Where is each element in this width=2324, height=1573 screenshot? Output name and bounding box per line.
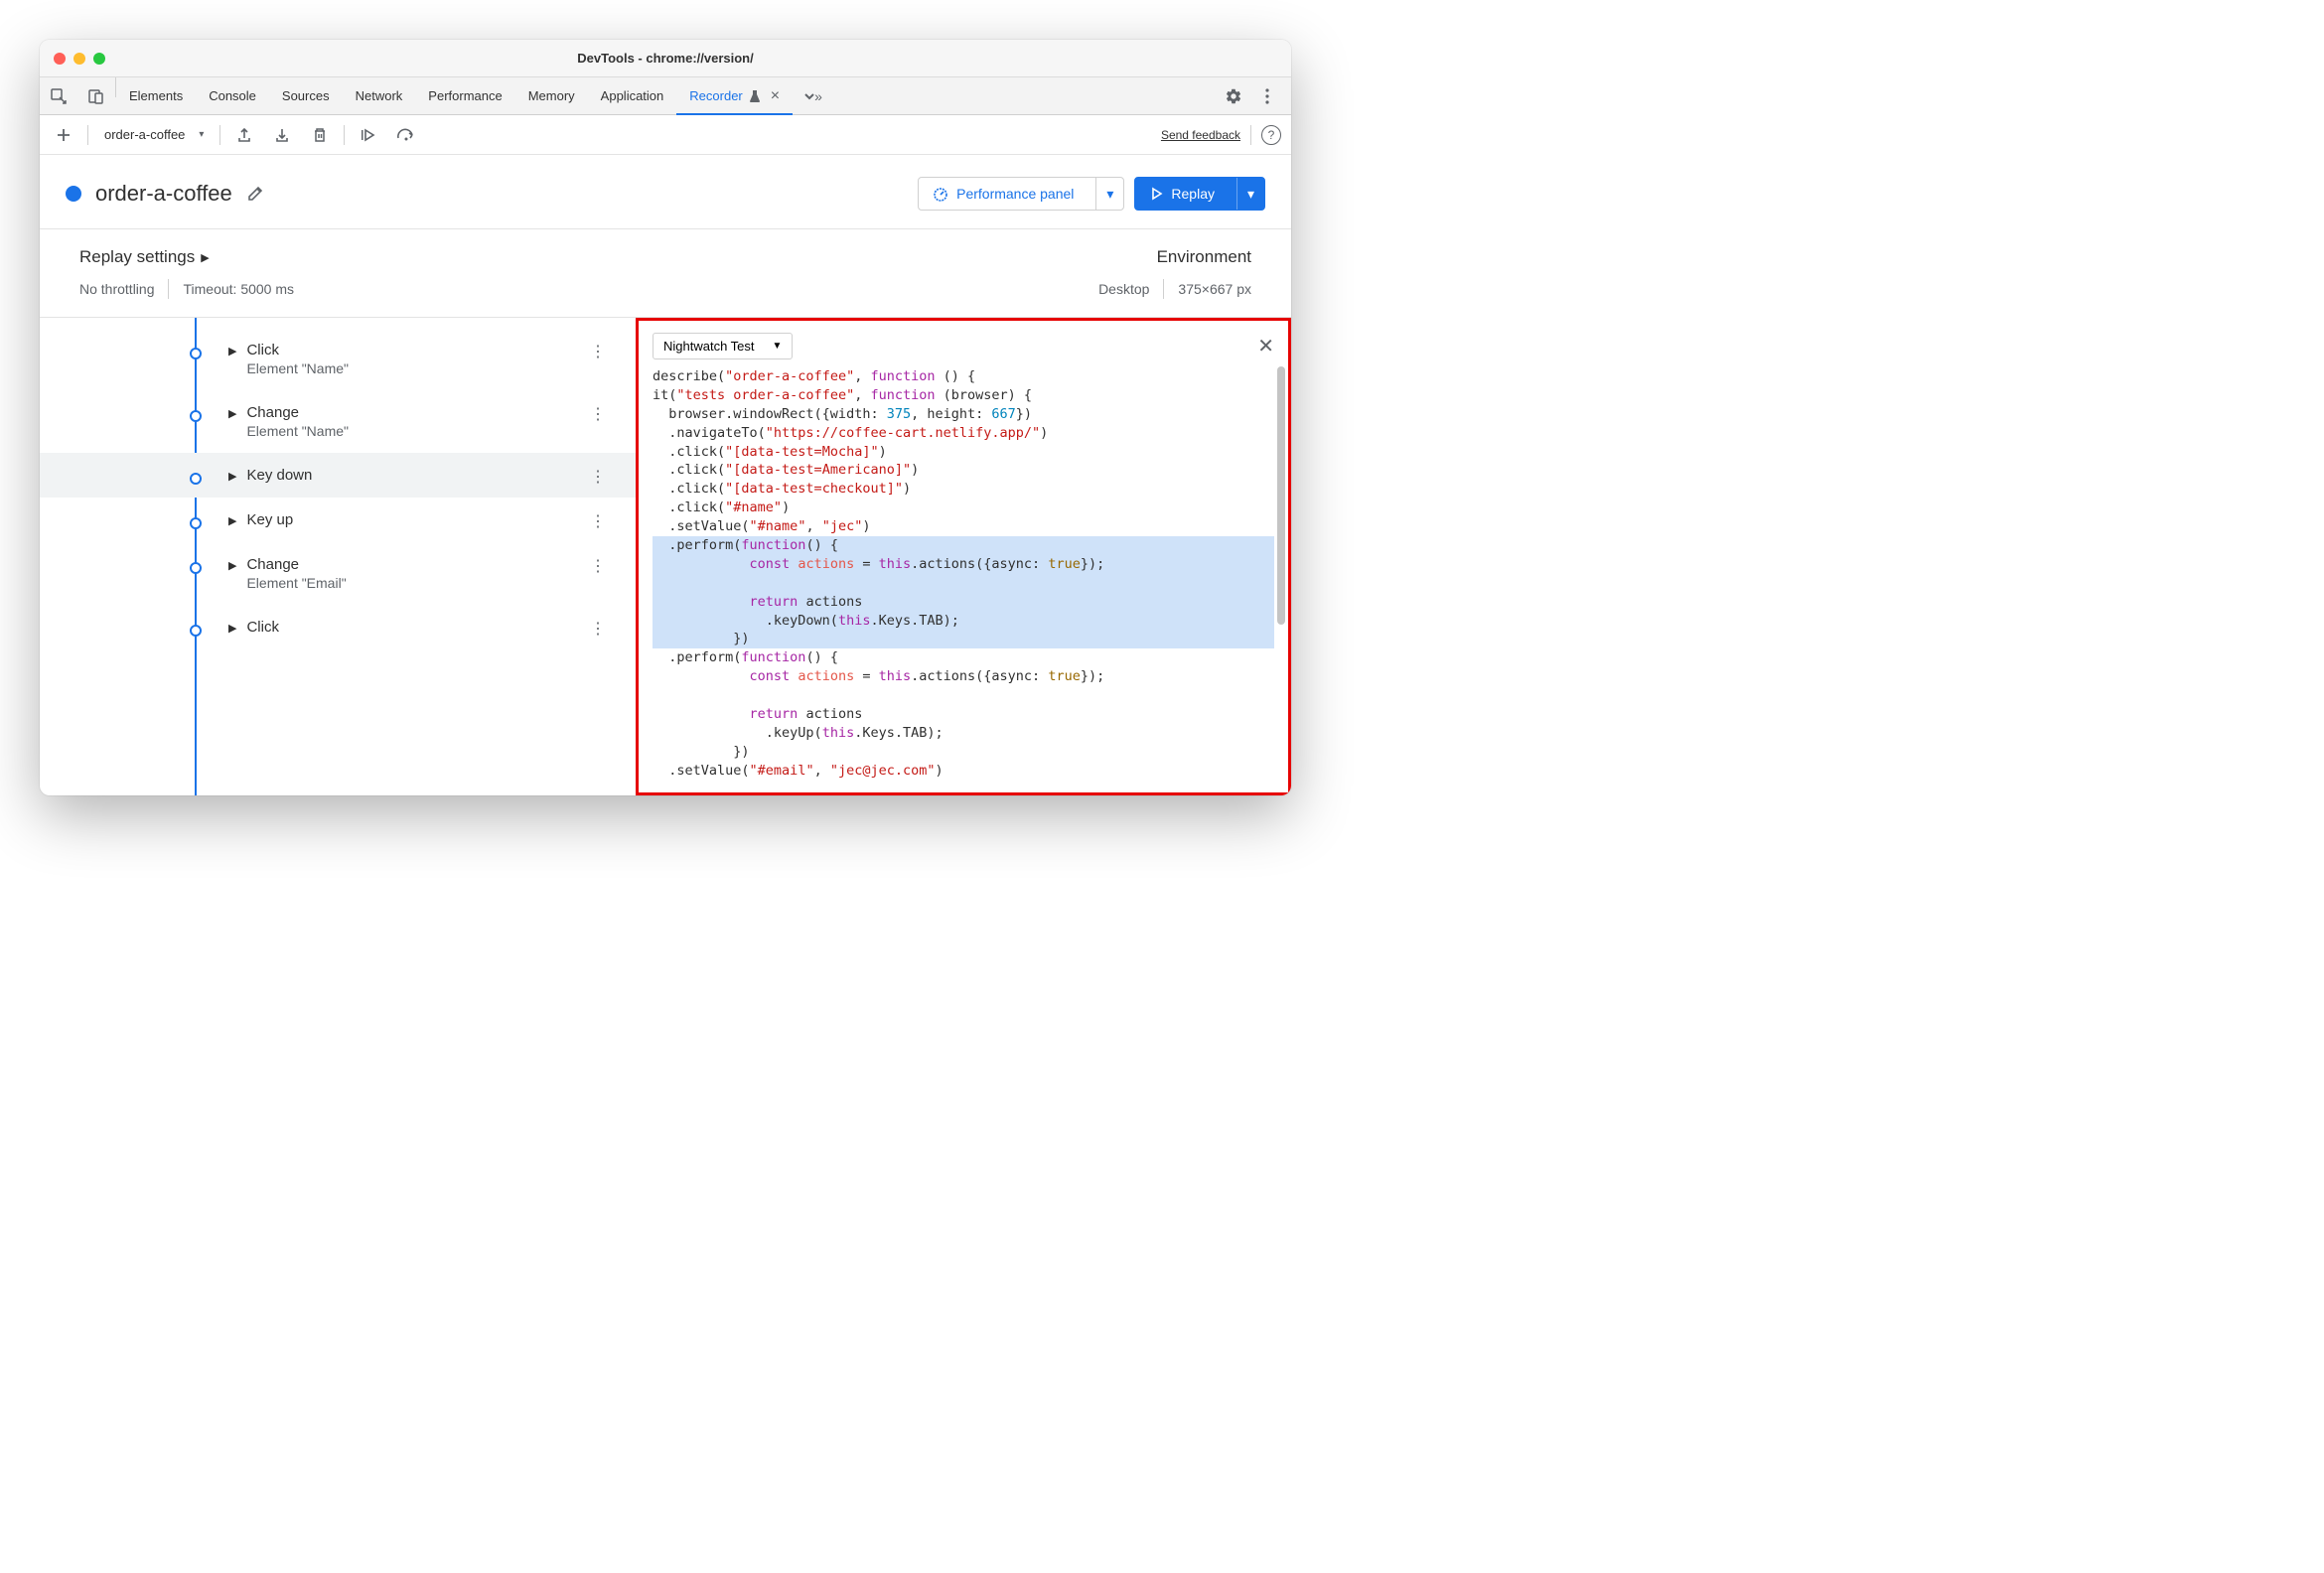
tab-elements[interactable]: Elements <box>116 77 196 114</box>
divider <box>219 125 220 145</box>
step-subtext: Element "Email" <box>246 575 346 591</box>
step-menu-icon[interactable]: ⋮ <box>590 511 606 531</box>
dropdown-label: Nightwatch Test <box>663 339 755 354</box>
delete-icon[interactable] <box>306 121 334 149</box>
recording-name: order-a-coffee <box>104 127 185 142</box>
step-subtext: Element "Name" <box>246 360 349 376</box>
replay-button-label: Replay <box>1171 186 1215 202</box>
timeout-value: Timeout: 5000 ms <box>183 281 294 297</box>
env-size: 375×667 px <box>1178 281 1251 297</box>
step-dot-icon <box>190 410 202 422</box>
close-tab-icon[interactable]: × <box>771 87 780 105</box>
expand-icon[interactable]: ▶ <box>228 407 236 420</box>
step-menu-icon[interactable]: ⋮ <box>590 556 606 576</box>
steps-pane: ▶ Click Element "Name" ⋮ ▶ Change Element "Nam… <box>40 318 636 795</box>
chevron-down-icon: ▼ <box>773 341 783 352</box>
step-dot-icon <box>190 473 202 485</box>
devtools-window: DevTools - chrome://version/ ElementsCon… <box>40 40 1291 795</box>
expand-icon[interactable]: ▶ <box>228 470 236 483</box>
tab-recorder[interactable]: Recorder× <box>676 77 793 114</box>
export-format-dropdown[interactable]: Nightwatch Test ▼ <box>653 333 793 359</box>
close-icon[interactable]: ✕ <box>1257 334 1274 358</box>
code-block[interactable]: describe("order-a-coffee", function () {… <box>653 367 1274 781</box>
performance-panel-button[interactable]: Performance panel ▾ <box>918 177 1124 211</box>
tab-console[interactable]: Console <box>196 77 269 114</box>
status-dot-icon <box>66 186 81 202</box>
experiment-icon <box>749 89 761 103</box>
step-row[interactable]: ▶ Click Element "Name" ⋮ <box>40 328 636 390</box>
recording-title: order-a-coffee <box>95 181 232 207</box>
tab-network[interactable]: Network <box>343 77 416 114</box>
scrollbar[interactable] <box>1277 366 1285 625</box>
tab-memory[interactable]: Memory <box>515 77 588 114</box>
chevron-down-icon[interactable]: ▾ <box>1236 178 1264 210</box>
step-dot-icon <box>190 517 202 529</box>
expand-icon[interactable]: ▶ <box>228 622 236 635</box>
tab-performance[interactable]: Performance <box>415 77 514 114</box>
step-row[interactable]: ▶ Click ⋮ <box>40 605 636 649</box>
edit-icon[interactable] <box>246 185 264 203</box>
chevron-right-icon: ▶ <box>201 251 209 264</box>
throttling-value: No throttling <box>79 281 154 297</box>
tab-sources[interactable]: Sources <box>269 77 343 114</box>
replay-settings-row: Replay settings ▶ No throttling Timeout:… <box>40 228 1291 318</box>
replay-button[interactable]: Replay ▾ <box>1134 177 1265 211</box>
expand-icon[interactable]: ▶ <box>228 345 236 358</box>
devtools-tabbar: ElementsConsoleSourcesNetworkPerformance… <box>40 77 1291 115</box>
device-toggle-icon[interactable] <box>77 77 115 114</box>
divider <box>1250 125 1251 145</box>
step-dot-icon <box>190 625 202 637</box>
step-subtext: Element "Name" <box>246 423 349 439</box>
window-title: DevTools - chrome://version/ <box>40 51 1291 66</box>
step-menu-icon[interactable]: ⋮ <box>590 467 606 487</box>
more-tabs-icon[interactable]: » <box>793 77 832 114</box>
expand-icon[interactable]: ▶ <box>228 514 236 527</box>
replay-settings-heading[interactable]: Replay settings ▶ <box>79 247 294 267</box>
help-icon[interactable]: ? <box>1261 125 1281 145</box>
divider <box>87 125 88 145</box>
recording-header: order-a-coffee Performance panel ▾ Repla… <box>40 155 1291 228</box>
step-row[interactable]: ▶ Key down ⋮ <box>40 453 636 498</box>
recorder-toolbar: order-a-coffee ▾ Send feedback ? <box>40 115 1291 155</box>
tab-application[interactable]: Application <box>588 77 677 114</box>
step-row[interactable]: ▶ Key up ⋮ <box>40 498 636 542</box>
import-icon[interactable] <box>268 121 296 149</box>
titlebar: DevTools - chrome://version/ <box>40 40 1291 77</box>
inspect-icon[interactable] <box>40 77 77 114</box>
perf-button-label: Performance panel <box>956 186 1074 202</box>
divider <box>344 125 345 145</box>
step-button[interactable] <box>355 121 382 149</box>
expand-icon[interactable]: ▶ <box>228 559 236 572</box>
step-menu-icon[interactable]: ⋮ <box>590 404 606 424</box>
step-title: Click <box>246 342 349 358</box>
step-title: Change <box>246 556 346 573</box>
divider <box>168 279 169 299</box>
add-recording-button[interactable] <box>50 121 77 149</box>
chevron-down-icon[interactable]: ▾ <box>1095 178 1123 210</box>
step-title: Key up <box>246 511 293 528</box>
step-over-icon[interactable] <box>392 121 420 149</box>
step-title: Change <box>246 404 349 421</box>
export-icon[interactable] <box>230 121 258 149</box>
settings-icon[interactable] <box>1220 82 1247 110</box>
recording-selector[interactable]: order-a-coffee ▾ <box>98 127 210 142</box>
step-row[interactable]: ▶ Change Element "Name" ⋮ <box>40 390 636 453</box>
divider <box>1163 279 1164 299</box>
step-menu-icon[interactable]: ⋮ <box>590 619 606 639</box>
chevron-down-icon: ▾ <box>199 129 204 140</box>
step-dot-icon <box>190 348 202 359</box>
env-device: Desktop <box>1098 281 1149 297</box>
send-feedback-link[interactable]: Send feedback <box>1161 128 1240 142</box>
step-title: Key down <box>246 467 312 484</box>
step-title: Click <box>246 619 279 636</box>
kebab-menu-icon[interactable] <box>1253 82 1281 110</box>
code-export-pane: Nightwatch Test ▼ ✕ describe("order-a-co… <box>636 318 1291 795</box>
environment-heading: Environment <box>1098 247 1251 267</box>
step-row[interactable]: ▶ Change Element "Email" ⋮ <box>40 542 636 605</box>
step-dot-icon <box>190 562 202 574</box>
recorder-content: ▶ Click Element "Name" ⋮ ▶ Change Element "Nam… <box>40 318 1291 795</box>
step-menu-icon[interactable]: ⋮ <box>590 342 606 361</box>
